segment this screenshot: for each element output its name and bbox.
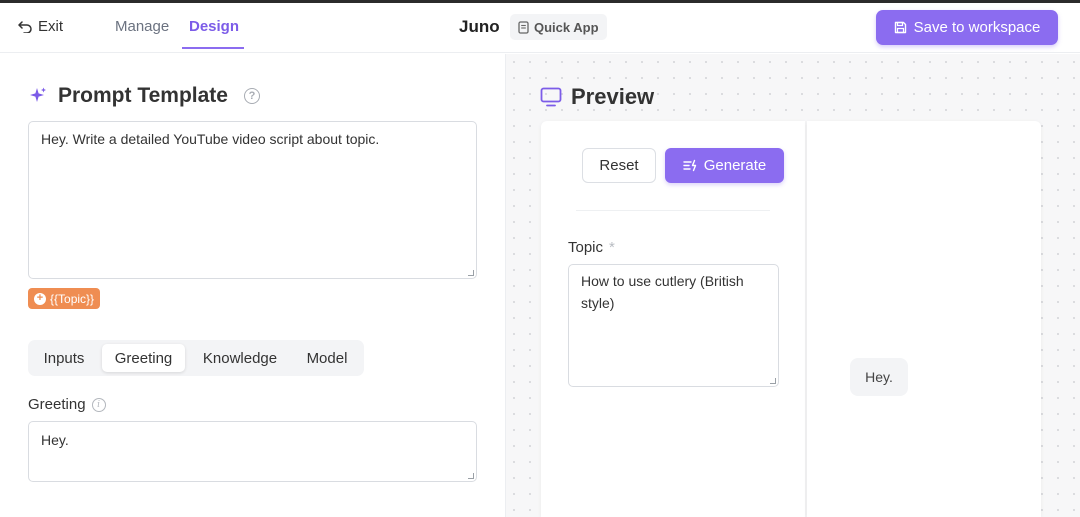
app-name: Juno [459,17,500,36]
prompt-template-textarea[interactable]: Hey. Write a detailed YouTube video scri… [28,121,477,279]
quick-app-badge: Quick App [510,14,607,40]
question-circle-icon[interactable]: ? [243,88,260,104]
topic-variable-chip[interactable]: + {{Topic}} [28,288,101,309]
resize-handle[interactable] [468,270,474,276]
info-icon[interactable]: i [91,397,106,412]
topic-label: Topic [568,239,604,256]
save-disk-icon [894,21,906,34]
tab-manage[interactable]: Manage [115,18,169,35]
greeting-text: Hey. [41,432,69,448]
prompt-template-heading: Prompt Template ? [28,84,260,108]
plus-circle-icon: + [34,292,46,305]
resize-handle[interactable] [468,473,474,479]
monitor-icon [540,87,562,107]
tab-model[interactable]: Model [294,344,360,372]
topic-input[interactable]: How to use cutlery (British style) [568,264,779,387]
prompt-template-text: Hey. Write a detailed YouTube video scri… [41,131,380,147]
magic-wand-icon [683,159,696,172]
save-label: Save to workspace [913,19,1041,36]
tab-inputs[interactable]: Inputs [32,344,96,372]
required-marker: * [609,239,615,256]
tab-knowledge[interactable]: Knowledge [190,344,290,372]
preview-heading: Preview [540,84,654,110]
tab-design[interactable]: Design [189,18,239,35]
sparkle-icon [30,87,46,102]
chat-message-bubble: Hey. [850,358,908,396]
settings-tab-bar: Inputs Greeting Knowledge Model [28,340,364,376]
topic-chip-label: {{Topic}} [50,291,95,306]
generate-label: Generate [703,157,767,174]
topic-input-text: How to use cutlery (British style) [581,273,744,311]
document-icon [518,20,529,34]
active-tab-indicator [182,47,244,49]
exit-label: Exit [38,18,64,35]
resize-handle[interactable] [770,378,776,384]
generate-button[interactable]: Generate [665,148,784,183]
greeting-label-row: Greeting i [28,396,106,413]
form-divider [576,210,770,211]
greeting-textarea[interactable]: Hey. [28,421,477,482]
greeting-label: Greeting [28,396,86,413]
top-header: Exit Manage Design Juno Quick App Save t… [0,3,1080,53]
topic-label-row: Topic * [568,239,615,256]
quick-app-label: Quick App [534,19,599,35]
tab-greeting[interactable]: Greeting [102,344,185,372]
preview-title: Preview [571,84,655,109]
prompt-template-title: Prompt Template [58,84,228,107]
reset-button[interactable]: Reset [582,148,656,183]
exit-button[interactable]: Exit [18,18,63,35]
save-to-workspace-button[interactable]: Save to workspace [876,10,1058,45]
preview-chat-card [807,121,1041,517]
undo-arrow-icon [18,20,32,33]
